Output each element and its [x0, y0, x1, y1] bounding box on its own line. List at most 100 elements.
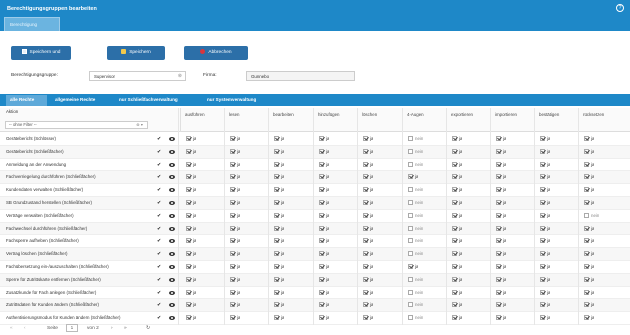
permission-checkbox[interactable]: ja	[363, 261, 373, 273]
permission-checkbox[interactable]: ja	[363, 248, 373, 260]
permission-checkbox[interactable]: nein	[408, 133, 423, 145]
view-icon[interactable]	[169, 290, 175, 295]
view-icon[interactable]	[169, 149, 175, 154]
permission-checkbox[interactable]: ja	[274, 248, 284, 260]
action-filter[interactable]: -- ohne Filter -- ⊗ ▾	[5, 121, 148, 129]
permission-checkbox[interactable]: nein	[408, 235, 423, 247]
permission-checkbox[interactable]: ja	[186, 235, 196, 247]
permission-checkbox[interactable]: ja	[496, 248, 506, 260]
permission-checkbox[interactable]: ja	[584, 159, 594, 171]
permission-checkbox[interactable]: ja	[584, 184, 594, 196]
grant-all-icon[interactable]: ✔	[157, 197, 161, 209]
permission-checkbox[interactable]: ja	[363, 299, 373, 311]
save-close-button[interactable]: Speichern und schließen	[11, 46, 71, 69]
permission-checkbox[interactable]: ja	[186, 223, 196, 235]
permission-checkbox[interactable]: ja	[452, 197, 462, 209]
permission-checkbox[interactable]: ja	[584, 171, 594, 183]
permission-checkbox[interactable]: ja	[186, 184, 196, 196]
permission-checkbox[interactable]: ja	[496, 171, 506, 183]
grant-all-icon[interactable]: ✔	[157, 299, 161, 311]
grant-all-icon[interactable]: ✔	[157, 133, 161, 145]
permission-checkbox[interactable]: ja	[452, 299, 462, 311]
permission-checkbox[interactable]: ja	[230, 171, 240, 183]
permission-checkbox[interactable]: ja	[186, 287, 196, 299]
permission-checkbox[interactable]: ja	[496, 210, 506, 222]
permission-checkbox[interactable]: ja	[363, 159, 373, 171]
refresh-icon[interactable]: ↻	[146, 323, 150, 334]
view-icon[interactable]	[169, 213, 175, 218]
permission-checkbox[interactable]: ja	[363, 184, 373, 196]
permission-checkbox[interactable]: ja	[319, 248, 329, 260]
permission-checkbox[interactable]: ja	[230, 184, 240, 196]
permission-checkbox[interactable]: ja	[496, 235, 506, 247]
permission-checkbox[interactable]: ja	[319, 184, 329, 196]
group-input[interactable]: Supervisor ⊗	[89, 71, 186, 81]
view-icon[interactable]	[169, 265, 175, 269]
permission-checkbox[interactable]: nein	[584, 210, 599, 222]
tab-general-rights[interactable]: allgemeine Rechte	[51, 95, 109, 106]
tab-locker-admin[interactable]: nur Schließfachverwaltung	[115, 95, 197, 106]
permission-checkbox[interactable]: ja	[186, 171, 196, 183]
permission-checkbox[interactable]: ja	[496, 133, 506, 145]
permission-checkbox[interactable]: nein	[408, 210, 423, 222]
grant-all-icon[interactable]: ✔	[157, 184, 161, 196]
permission-checkbox[interactable]: ja	[363, 146, 373, 158]
grant-all-icon[interactable]: ✔	[157, 261, 161, 273]
permission-checkbox[interactable]: ja	[319, 261, 329, 273]
view-icon[interactable]	[169, 175, 175, 180]
permission-checkbox[interactable]: ja	[363, 197, 373, 209]
tab-all-rights[interactable]: alle Rechte	[6, 95, 47, 106]
permission-checkbox[interactable]: ja	[452, 133, 462, 145]
permission-checkbox[interactable]: ja	[496, 159, 506, 171]
view-icon[interactable]	[169, 316, 175, 321]
view-icon[interactable]	[169, 226, 175, 231]
view-icon[interactable]	[169, 201, 175, 205]
permission-checkbox[interactable]: ja	[496, 184, 506, 196]
tab-berechtigung[interactable]: Berechtigung	[4, 17, 60, 31]
permission-checkbox[interactable]: nein	[408, 274, 423, 286]
permission-checkbox[interactable]: ja	[274, 235, 284, 247]
permission-checkbox[interactable]: ja	[186, 133, 196, 145]
permission-checkbox[interactable]: ja	[584, 197, 594, 209]
permission-checkbox[interactable]: ja	[274, 146, 284, 158]
permission-checkbox[interactable]: ja	[540, 171, 550, 183]
last-page-icon[interactable]: »	[124, 323, 127, 334]
grant-all-icon[interactable]: ✔	[157, 210, 161, 222]
permission-checkbox[interactable]: ja	[584, 235, 594, 247]
view-icon[interactable]	[169, 277, 175, 282]
filter-clear-icon[interactable]: ⊗ ▾	[136, 122, 143, 128]
permission-checkbox[interactable]: ja	[186, 210, 196, 222]
company-input[interactable]: Gunnebo	[246, 71, 355, 81]
permission-checkbox[interactable]: ja	[274, 133, 284, 145]
permission-checkbox[interactable]: ja	[274, 261, 284, 273]
permission-checkbox[interactable]: ja	[540, 184, 550, 196]
permission-checkbox[interactable]: ja	[319, 146, 329, 158]
permission-checkbox[interactable]: ja	[540, 159, 550, 171]
permission-checkbox[interactable]: ja	[540, 223, 550, 235]
permission-checkbox[interactable]: ja	[319, 133, 329, 145]
permission-checkbox[interactable]: nein	[408, 223, 423, 235]
permission-checkbox[interactable]: ja	[540, 299, 550, 311]
permission-checkbox[interactable]: ja	[452, 274, 462, 286]
permission-checkbox[interactable]: ja	[186, 159, 196, 171]
permission-checkbox[interactable]: ja	[496, 223, 506, 235]
grant-all-icon[interactable]: ✔	[157, 159, 161, 171]
permission-checkbox[interactable]: ja	[496, 146, 506, 158]
permission-checkbox[interactable]: ja	[540, 287, 550, 299]
permission-checkbox[interactable]: ja	[452, 235, 462, 247]
view-icon[interactable]	[169, 303, 175, 308]
permission-checkbox[interactable]: ja	[452, 171, 462, 183]
permission-checkbox[interactable]: ja	[319, 274, 329, 286]
permission-checkbox[interactable]: nein	[408, 146, 423, 158]
permission-checkbox[interactable]: ja	[186, 197, 196, 209]
permission-checkbox[interactable]: ja	[274, 274, 284, 286]
permission-checkbox[interactable]: ja	[452, 184, 462, 196]
permission-checkbox[interactable]: ja	[230, 299, 240, 311]
permission-checkbox[interactable]: ja	[230, 146, 240, 158]
grant-all-icon[interactable]: ✔	[157, 223, 161, 235]
permission-checkbox[interactable]: ja	[584, 287, 594, 299]
permission-checkbox[interactable]: ja	[540, 261, 550, 273]
permission-checkbox[interactable]: ja	[230, 274, 240, 286]
grant-all-icon[interactable]: ✔	[157, 171, 161, 183]
permission-checkbox[interactable]: ja	[230, 159, 240, 171]
